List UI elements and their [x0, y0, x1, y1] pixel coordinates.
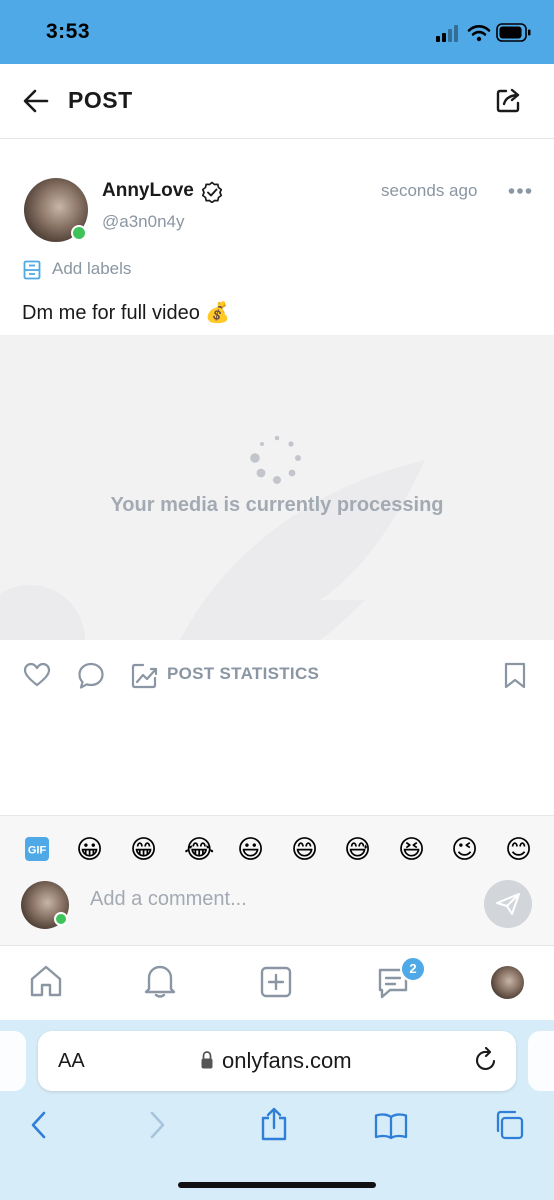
post-statistics-button[interactable]: POST STATISTICS	[167, 664, 319, 684]
post-statistics-icon[interactable]	[131, 662, 159, 690]
author-handle[interactable]: @a3n0n4y	[102, 212, 185, 232]
online-indicator	[71, 225, 87, 241]
home-indicator	[178, 1182, 376, 1188]
author-name[interactable]: AnnyLove	[102, 180, 194, 202]
media-processing-text: Your media is currently processing	[110, 494, 444, 516]
previous-tab-preview[interactable]	[0, 1031, 26, 1091]
bookmark-icon[interactable]	[502, 661, 528, 689]
send-comment-button[interactable]	[484, 880, 532, 928]
browser-share-icon[interactable]	[259, 1106, 289, 1142]
emoji-button[interactable]: 😃	[237, 834, 264, 864]
tabs-icon[interactable]	[493, 1109, 525, 1141]
comment-bubble-icon[interactable]	[77, 661, 105, 691]
emoji-button[interactable]: 😄	[291, 834, 318, 864]
next-tab-preview[interactable]	[528, 1031, 554, 1091]
add-labels-link[interactable]: Add labels	[52, 259, 131, 279]
emoji-button[interactable]: 😊	[505, 834, 532, 864]
labels-icon[interactable]	[23, 260, 41, 280]
status-time: 3:53	[46, 20, 91, 43]
lock-icon	[201, 1051, 213, 1069]
emoji-button[interactable]: 😂	[184, 834, 214, 864]
like-heart-icon[interactable]	[23, 661, 51, 689]
send-plane-icon	[496, 893, 520, 915]
battery-icon	[496, 23, 531, 42]
share-icon[interactable]	[495, 86, 523, 114]
emoji-button[interactable]: 😁	[130, 834, 157, 864]
home-icon[interactable]	[29, 964, 63, 998]
emoji-button[interactable]: 😉	[451, 834, 478, 864]
messages-badge: 2	[400, 956, 426, 982]
more-options-icon[interactable]	[508, 187, 532, 195]
verified-badge-icon	[201, 181, 223, 203]
gif-icon[interactable]: GIF	[24, 836, 50, 862]
emoji-button[interactable]: 😆	[398, 834, 425, 864]
page-header: POST	[0, 64, 554, 139]
comment-input[interactable]	[90, 888, 470, 911]
media-placeholder: Your media is currently processing	[0, 335, 554, 640]
emoji-button[interactable]: 😀	[76, 834, 103, 864]
url-text[interactable]: onlyfans.com	[222, 1048, 352, 1074]
back-arrow-icon[interactable]	[22, 88, 50, 114]
post-timestamp: seconds ago	[381, 181, 478, 200]
loading-spinner-icon	[250, 435, 301, 484]
add-post-icon[interactable]	[260, 966, 292, 998]
online-indicator	[54, 912, 68, 926]
browser-forward-icon[interactable]	[146, 1110, 168, 1140]
emoji-button[interactable]: 😅	[344, 834, 371, 864]
page-title: POST	[68, 87, 133, 113]
reader-settings-button[interactable]: AA	[58, 1050, 85, 1073]
svg-text:GIF: GIF	[28, 845, 47, 857]
bookmarks-book-icon[interactable]	[373, 1112, 409, 1140]
browser-back-icon[interactable]	[28, 1110, 50, 1140]
cellular-signal-icon	[436, 25, 458, 42]
profile-avatar-button[interactable]	[491, 966, 524, 999]
post-text: Dm me for full video 💰	[22, 302, 231, 324]
reload-icon[interactable]	[474, 1047, 498, 1073]
notifications-bell-icon[interactable]	[143, 963, 177, 999]
wifi-icon	[467, 25, 491, 42]
